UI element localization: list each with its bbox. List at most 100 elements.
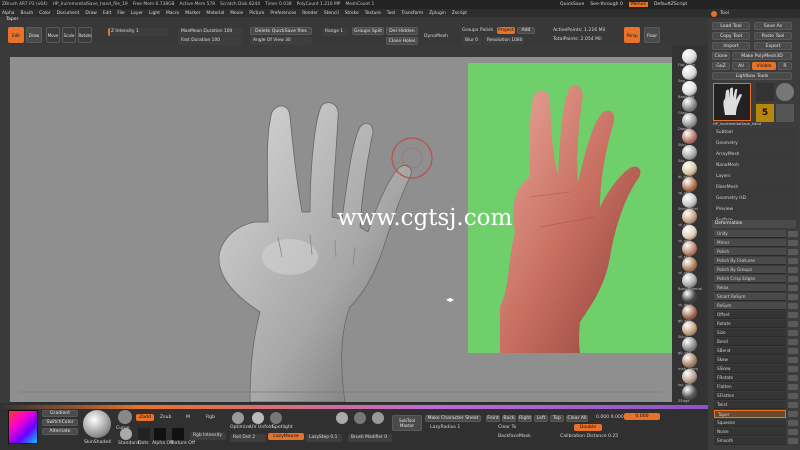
material-swatch[interactable] xyxy=(682,369,697,384)
texture-icon[interactable] xyxy=(172,428,184,440)
all-button[interactable]: All xyxy=(732,62,750,70)
polish-crisp-slider[interactable]: Polish Crisp Edges xyxy=(714,275,786,283)
alpha-icon[interactable] xyxy=(154,428,166,440)
material-preview[interactable] xyxy=(83,410,111,438)
calibration-distance-slider[interactable]: Calibration Distance 0.25 xyxy=(560,434,618,439)
export-button[interactable]: Export xyxy=(754,42,792,50)
menu-stencil[interactable]: Stencil xyxy=(324,11,339,16)
z-intensity-slider[interactable]: Z Intensity 1 xyxy=(108,28,168,36)
deformation-twist-slider[interactable]: Twist xyxy=(714,401,786,409)
polish-slider[interactable]: Polish xyxy=(714,248,786,256)
rotate-button[interactable]: Rotate xyxy=(78,27,92,43)
fibermesh-section[interactable]: FiberMesh xyxy=(712,183,796,193)
material-swatch[interactable] xyxy=(682,113,697,128)
material-swatch[interactable] xyxy=(682,289,697,304)
deformation-offset-slider[interactable]: Offset xyxy=(714,311,786,319)
deformation-axis-toggle[interactable] xyxy=(788,366,798,372)
unify-button-toggle[interactable] xyxy=(788,231,798,237)
menu-edit[interactable]: Edit xyxy=(103,11,112,16)
make-character-sheet-button[interactable]: Make Character Sheet xyxy=(425,415,481,422)
goz-button[interactable]: GoZ xyxy=(712,62,730,70)
front-view-button[interactable]: Front xyxy=(486,415,500,422)
deformation-axis-toggle[interactable] xyxy=(788,339,798,345)
deformation-axis-toggle[interactable] xyxy=(788,357,798,363)
material-swatch[interactable] xyxy=(682,337,697,352)
deformation-size-slider[interactable]: Size xyxy=(714,329,786,337)
resolution-slider[interactable]: Resolution 1080 xyxy=(484,37,524,45)
color-picker[interactable] xyxy=(8,410,38,444)
geometry-section[interactable]: Geometry xyxy=(712,139,796,149)
menu-layer[interactable]: Layer xyxy=(131,11,143,16)
deformation-axis-toggle[interactable] xyxy=(788,429,798,435)
uv-unfold-icon[interactable] xyxy=(252,412,264,424)
clone-button[interactable]: Clone xyxy=(712,52,730,60)
deformation-sskew-slider[interactable]: SSkew xyxy=(714,365,786,373)
deformation-axis-toggle[interactable] xyxy=(788,312,798,318)
menu-texture[interactable]: Texture xyxy=(365,11,381,16)
deformation-rotate-slider[interactable]: Rotate xyxy=(714,320,786,328)
deformation-taper-slider[interactable]: Taper xyxy=(714,410,786,418)
default-zscript-button[interactable]: DefaultZScript xyxy=(654,2,687,7)
m-button[interactable]: M xyxy=(186,415,190,420)
unify-button[interactable]: Unify xyxy=(714,230,786,238)
quicksave-button[interactable]: QuickSave xyxy=(560,2,584,7)
arraymesh-section[interactable]: ArrayMesh xyxy=(712,150,796,160)
deformation-axis-toggle[interactable] xyxy=(788,420,798,426)
deformation-smooth-slider[interactable]: Smooth xyxy=(714,437,786,445)
mirror-button[interactable]: Mirror xyxy=(714,239,786,247)
material-swatch[interactable] xyxy=(682,81,697,96)
deformation-sbend-slider[interactable]: SBend xyxy=(714,347,786,355)
clear-to-button[interactable]: Clear To xyxy=(498,425,516,430)
polish-groups-slider-toggle[interactable] xyxy=(788,267,798,273)
menu-draw[interactable]: Draw xyxy=(85,11,96,16)
deformation-noise-slider[interactable]: Noise xyxy=(714,428,786,436)
deformation-axis-toggle[interactable] xyxy=(788,348,798,354)
left-view-button[interactable]: Left xyxy=(534,415,548,422)
material-swatch[interactable] xyxy=(682,49,697,64)
groups-split-button[interactable]: Groups Split xyxy=(352,27,384,35)
right-view-button[interactable]: Right xyxy=(518,415,532,422)
material-swatch[interactable] xyxy=(682,225,697,240)
angle-of-view-slider[interactable]: Angle Of View 30 xyxy=(250,37,312,45)
brush-icon[interactable] xyxy=(118,410,132,424)
relax-slider[interactable]: Relax xyxy=(714,284,786,292)
persp-button[interactable]: Persp xyxy=(624,27,640,43)
move-button[interactable]: Move xyxy=(46,27,60,43)
material-swatch[interactable] xyxy=(682,177,697,192)
project-button[interactable]: Project xyxy=(497,27,515,34)
deformation-frotate-slider[interactable]: FRotate xyxy=(714,374,786,382)
menu-picture[interactable]: Picture xyxy=(249,11,264,16)
draw-size-icon[interactable] xyxy=(354,412,366,424)
deformation-header[interactable]: Deformation xyxy=(712,220,796,228)
gradient-button[interactable]: Gradient xyxy=(42,410,78,417)
paste-tool-button[interactable]: Paste Tool xyxy=(754,32,792,40)
menu-movie[interactable]: Movie xyxy=(230,11,243,16)
deformation-axis-toggle[interactable] xyxy=(788,384,798,390)
menu-render[interactable]: Render xyxy=(302,11,318,16)
polish-crisp-slider-toggle[interactable] xyxy=(788,276,798,282)
switchcolor-button[interactable]: SwitchColor xyxy=(42,419,78,426)
deformation-axis-toggle[interactable] xyxy=(788,375,798,381)
zsub-button[interactable]: Zsub xyxy=(160,415,171,420)
polish-slider-toggle[interactable] xyxy=(788,249,798,255)
polish-groups-slider[interactable]: Polish By Groups xyxy=(714,266,786,274)
menu-marker[interactable]: Marker xyxy=(185,11,200,16)
spotlight-icon[interactable] xyxy=(270,412,282,424)
deformation-skew-slider[interactable]: Skew xyxy=(714,356,786,364)
copy-tool-button[interactable]: Copy Tool xyxy=(712,32,750,40)
deformation-axis-toggle[interactable] xyxy=(788,438,798,444)
menu-alpha[interactable]: Alpha xyxy=(2,11,14,16)
deformation-axis-toggle[interactable] xyxy=(788,402,798,408)
menu-transform[interactable]: Transform xyxy=(401,11,423,16)
zbrush-s-icon[interactable]: 5 xyxy=(756,104,774,122)
double-button[interactable]: Double xyxy=(574,424,602,431)
menu-zplugin[interactable]: Zplugin xyxy=(429,11,446,16)
gizmo-slider[interactable]: 0.000 xyxy=(624,413,660,420)
menu-document[interactable]: Document xyxy=(57,11,80,16)
del-hidden-button[interactable]: Del Hidden xyxy=(386,27,418,35)
preview-section[interactable]: Preview xyxy=(712,205,796,215)
menu-tool[interactable]: Tool xyxy=(387,11,396,16)
polish-features-slider-toggle[interactable] xyxy=(788,258,798,264)
material-swatch[interactable] xyxy=(682,145,697,160)
polish-toggle[interactable]: Polish xyxy=(480,28,493,33)
